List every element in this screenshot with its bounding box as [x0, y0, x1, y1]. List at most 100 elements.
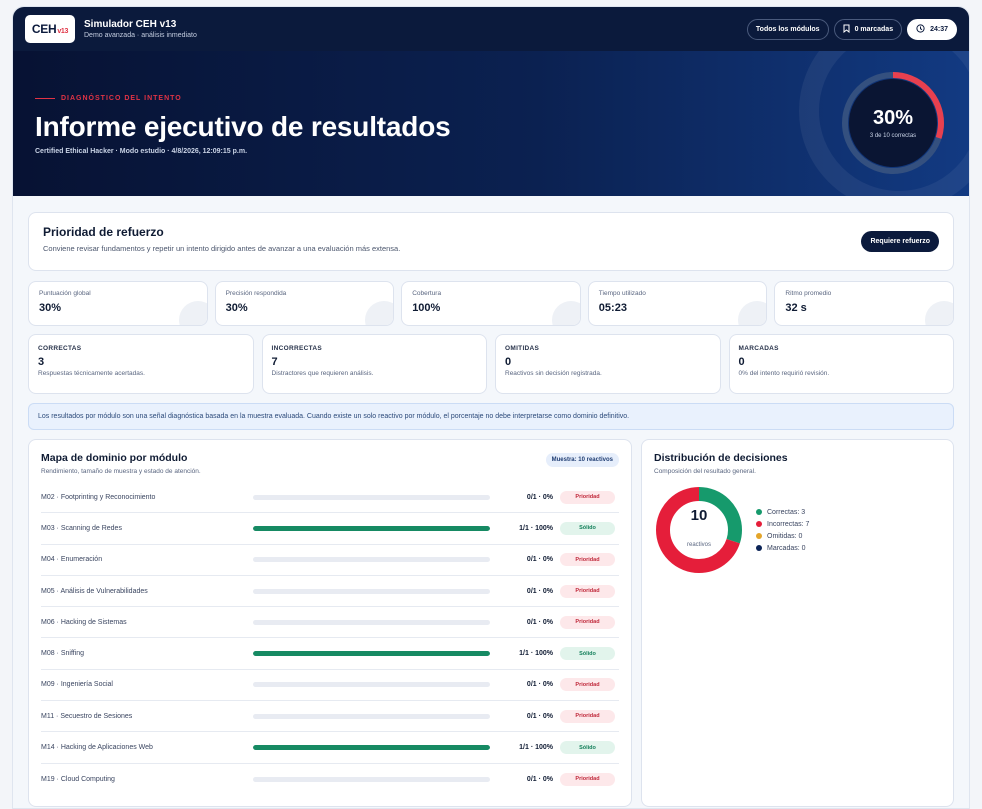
priority-description: Conviene revisar fundamentos y repetir u… — [43, 244, 401, 253]
all-modules-button[interactable]: Todos los módulos — [746, 18, 829, 40]
module-progress-fill — [253, 745, 490, 751]
module-name: M19 · Cloud Computing — [41, 775, 115, 783]
module-row: M14 · Hacking de Aplicaciones Web 1/1 · 1… — [41, 732, 619, 764]
timer-value: 24:37 — [930, 25, 948, 33]
module-score: 0/1 · 0% — [526, 587, 553, 595]
module-status-badge: Prioridad — [560, 772, 615, 786]
module-row: M11 · Secuestro de Sesiones 0/1 · 0% Prior… — [41, 701, 619, 733]
counts-row: CORRECTAS 3 Respuestas técnicamente acerta… — [28, 334, 954, 394]
module-progress-track — [253, 776, 490, 782]
module-list: M02 · Footprinting y Reconocimiento 0/1 ·… — [41, 482, 619, 795]
marked-label: 0 marcadas — [854, 25, 894, 33]
kpi-global-score: Puntuación global 30% — [28, 281, 208, 326]
module-map-card: Mapa de dominio por módulo Rendimiento, … — [28, 439, 632, 807]
module-score: 0/1 · 0% — [526, 712, 553, 720]
sample-badge: Muestra: 10 reactivos — [545, 453, 619, 467]
priority-card: Prioridad de refuerzo Conviene revisar f… — [28, 212, 954, 271]
legend-dot — [756, 509, 762, 515]
legend-item: Marcadas: 0 — [756, 545, 809, 552]
module-name: M06 · Hacking de Sistemas — [41, 618, 127, 626]
count-description: 0% del intento requirió revisión. — [738, 370, 830, 377]
bookmark-icon — [843, 24, 850, 35]
module-name: M09 · Ingeniería Social — [41, 681, 113, 689]
priority-title: Prioridad de refuerzo — [43, 225, 164, 239]
module-row: M19 · Cloud Computing 0/1 · 0% Prioridad — [41, 764, 619, 795]
app-window: CEH v13 Simulador CEH v13 Demo avanzada ·… — [12, 6, 970, 809]
page-title: Informe ejecutivo de resultados — [35, 111, 451, 142]
module-status-badge: Prioridad — [560, 490, 615, 504]
count-correct: CORRECTAS 3 Respuestas técnicamente acerta… — [28, 334, 254, 394]
module-row: M02 · Footprinting y Reconocimiento 0/1 ·… — [41, 482, 619, 514]
count-incorrect: INCORRECTAS 7 Distractores que requieren a… — [261, 334, 487, 394]
count-value: 3 — [38, 356, 45, 368]
app-subtitle: Demo avanzada · análisis inmediato — [84, 32, 197, 39]
legend-dot — [756, 545, 762, 551]
module-name: M05 · Análisis de Vulnerabilidades — [41, 587, 148, 595]
module-row: M04 · Enumeración 0/1 · 0% Prioridad — [41, 545, 619, 576]
module-status-badge: Sólido — [560, 521, 615, 535]
count-description: Distractores que requieren análisis. — [271, 370, 374, 377]
legend-dot — [756, 521, 762, 527]
distribution-subtitle: Composición del resultado general. — [654, 468, 756, 475]
marked-button[interactable]: 0 marcadas — [833, 18, 903, 40]
legend-item: Correctas: 3 — [756, 509, 809, 516]
module-name: M02 · Footprinting y Reconocimiento — [41, 493, 156, 501]
hero-kicker: DIAGNÓSTICO DEL INTENTO — [35, 95, 182, 102]
module-progress-fill — [253, 525, 490, 531]
module-status-badge: Prioridad — [560, 615, 615, 629]
module-progress-track — [253, 494, 490, 500]
logo-version: v13 — [57, 27, 69, 35]
kpi-answered-precision: Precisión respondida 30% — [214, 281, 395, 326]
requires-reinforcement-button[interactable]: Requiere refuerzo — [861, 231, 939, 252]
kpi-value: 30% — [225, 302, 248, 314]
distribution-title: Distribución de decisiones — [654, 452, 788, 464]
count-label: INCORRECTAS — [271, 345, 322, 352]
module-progress-fill — [253, 651, 490, 657]
kpi-time-used: Tiempo utilizado 05:23 — [587, 281, 768, 326]
all-modules-label: Todos los módulos — [755, 25, 820, 33]
distribution-legend: Correctas: 3 Incorrectas: 7 Omitidas: 0 Mar… — [756, 504, 809, 557]
report-content: Prioridad de refuerzo Conviene revisar f… — [13, 196, 969, 807]
module-score: 1/1 · 100% — [519, 650, 553, 658]
legend-label: Omitidas: 0 — [767, 532, 803, 540]
module-progress-track — [253, 557, 490, 563]
module-row: M05 · Análisis de Vulnerabilidades 0/1 · … — [41, 576, 619, 608]
top-bar: CEH v13 Simulador CEH v13 Demo avanzada ·… — [13, 7, 969, 51]
module-name: M04 · Enumeración — [41, 556, 103, 564]
decision-donut: 10 reactivos — [654, 485, 744, 575]
module-name: M11 · Secuestro de Sesiones — [41, 712, 133, 720]
module-row: M03 · Scanning de Redes 1/1 · 100% Sólido — [41, 513, 619, 545]
count-label: OMITIDAS — [505, 345, 540, 352]
count-label: MARCADAS — [738, 345, 779, 352]
kpi-value: 05:23 — [598, 302, 627, 314]
hero-banner: DIAGNÓSTICO DEL INTENTO Informe ejecutiv… — [13, 51, 969, 196]
count-description: Respuestas técnicamente acertadas. — [38, 370, 145, 377]
brand: Simulador CEH v13 Demo avanzada · anális… — [84, 19, 197, 39]
module-name: M03 · Scanning de Redes — [41, 524, 122, 532]
module-score: 1/1 · 100% — [519, 524, 553, 532]
module-name: M08 · Sniffing — [41, 650, 85, 658]
score-ring: 30% 3 de 10 correctas — [839, 69, 947, 177]
module-score: 0/1 · 0% — [526, 681, 553, 689]
score-label: 3 de 10 correctas — [869, 133, 917, 139]
timer: 24:37 — [907, 18, 957, 40]
ceh-logo: CEH v13 — [25, 15, 75, 43]
kpi-value: 30% — [39, 302, 62, 314]
donut-total-label: reactivos — [686, 542, 711, 548]
module-name: M14 · Hacking de Aplicaciones Web — [41, 744, 153, 752]
module-score: 0/1 · 0% — [526, 493, 553, 501]
module-progress-track — [253, 745, 490, 751]
module-status-badge: Prioridad — [560, 553, 615, 567]
module-status-badge: Prioridad — [560, 678, 615, 692]
module-status-badge: Sólido — [560, 647, 615, 661]
module-progress-track — [253, 588, 490, 594]
module-progress-track — [253, 619, 490, 625]
kpi-label: Cobertura — [412, 290, 442, 297]
legend-label: Incorrectas: 7 — [767, 520, 810, 528]
logo-text: CEH — [31, 22, 57, 36]
kpi-row: Puntuación global 30% Precisión respondid… — [28, 281, 954, 326]
module-score: 0/1 · 0% — [526, 556, 553, 564]
module-progress-track — [253, 525, 490, 531]
module-progress-track — [253, 682, 490, 688]
module-status-badge: Sólido — [560, 741, 615, 755]
